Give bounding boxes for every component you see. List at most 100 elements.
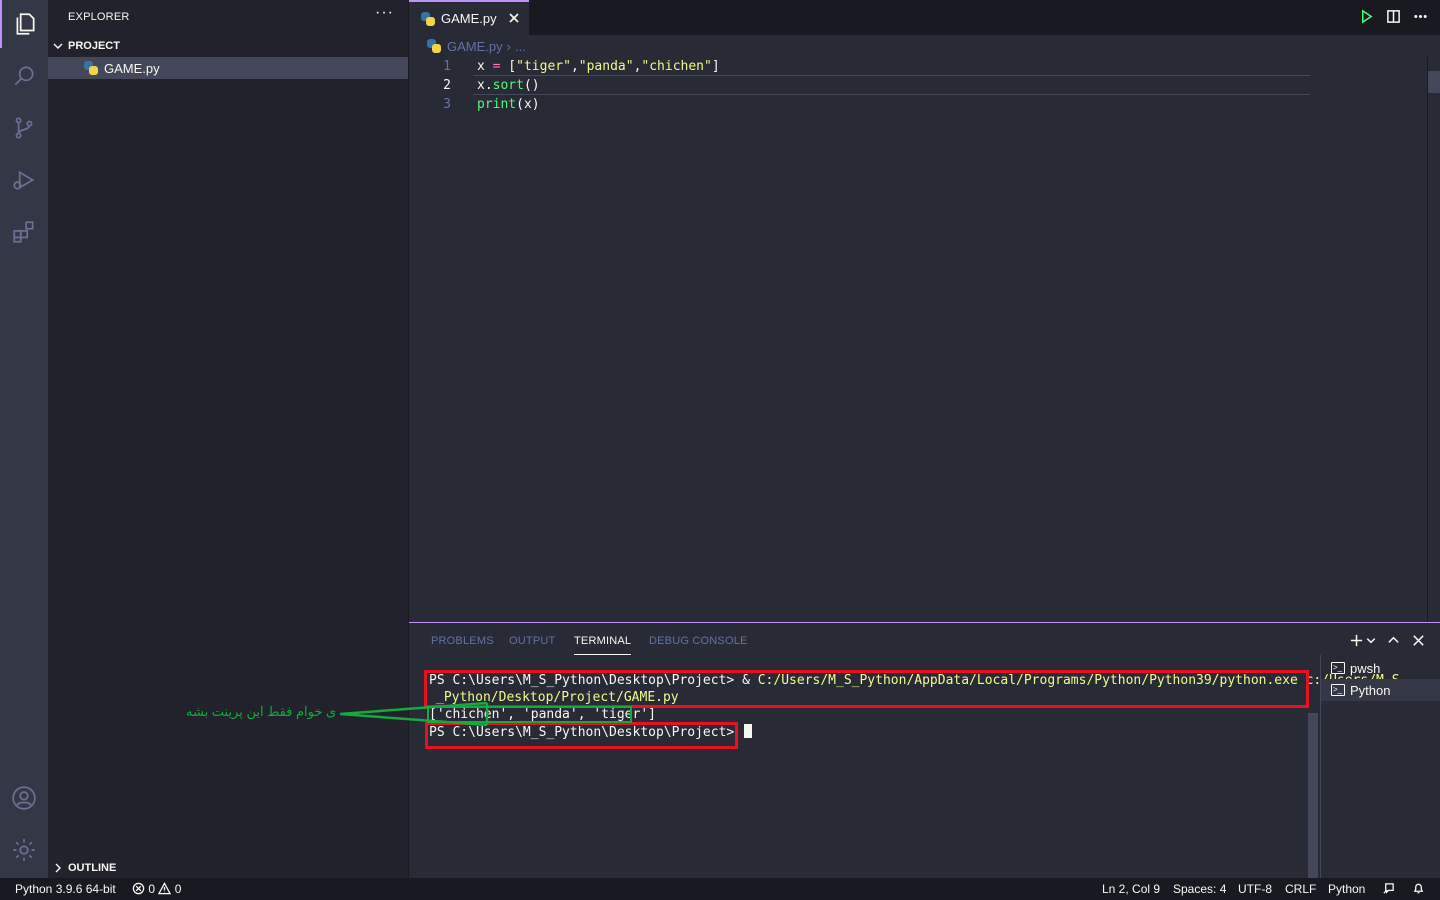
code-token: ]: [711, 59, 720, 74]
chevron-right-icon: ›: [506, 38, 511, 54]
panel-actions: [1349, 633, 1426, 648]
code-token: "chichen": [641, 59, 712, 74]
project-section-label: PROJECT: [68, 40, 120, 52]
terminal-item-pwsh[interactable]: >_ pwsh: [1321, 657, 1440, 679]
terminal-item-label: Python: [1350, 682, 1391, 698]
run-debug-icon: [13, 170, 35, 190]
annotation-red-box-command: [424, 670, 1309, 708]
status-bar: Python 3.9.6 64-bit 0 0 Ln 2, Col 9 Spac…: [0, 878, 1440, 900]
editor-scrollbar[interactable]: [1428, 71, 1440, 93]
breadcrumb-more[interactable]: ...: [515, 39, 526, 54]
terminal-icon: >_: [1331, 662, 1345, 674]
problems-indicator[interactable]: 0 0: [132, 882, 181, 896]
file-item-label: GAME.py: [104, 60, 160, 76]
outline-section-label: OUTLINE: [68, 862, 117, 874]
chevron-right-icon: [48, 862, 68, 874]
search-button[interactable]: [0, 52, 48, 100]
code-token: [: [500, 59, 517, 74]
settings-gear-icon: [13, 839, 35, 861]
cursor-position[interactable]: Ln 2, Col 9: [1102, 882, 1160, 896]
annotation-red-box-prompt: [425, 722, 738, 749]
code-token: "panda": [578, 59, 634, 74]
terminal-item-python[interactable]: >_ Python: [1321, 679, 1440, 701]
tab-debug-console[interactable]: DEBUG CONSOLE: [649, 635, 748, 647]
breadcrumb-file[interactable]: GAME.py: [447, 39, 503, 54]
python-interpreter[interactable]: Python 3.9.6 64-bit: [15, 882, 116, 896]
feedback-button[interactable]: [1382, 882, 1395, 896]
maximize-panel-button[interactable]: [1386, 633, 1401, 648]
code-text: x.sort(): [477, 78, 540, 93]
explorer-button[interactable]: [0, 0, 48, 48]
accounts-button[interactable]: [0, 774, 48, 822]
tab-terminal[interactable]: TERMINAL: [574, 635, 632, 655]
annotation-green-box-output: [427, 706, 632, 723]
chevron-down-icon: [48, 40, 68, 52]
chevron-down-icon[interactable]: [1366, 633, 1376, 648]
terminal-list: >_ pwsh >_ Python: [1320, 655, 1440, 879]
end-of-line[interactable]: CRLF: [1285, 882, 1316, 896]
line-number: 1: [443, 59, 451, 74]
terminal-cursor: [744, 724, 753, 738]
search-icon: [14, 66, 34, 86]
code-token: x: [477, 59, 493, 74]
extensions-icon: [13, 221, 34, 243]
bottom-panel: PROBLEMS OUTPUT TERMINAL DEBUG CONSOLE P…: [409, 622, 1440, 879]
breadcrumb: GAME.py › ...: [409, 35, 1440, 57]
code-token: "tiger": [516, 59, 571, 74]
editor-tab-bar: GAME.py: [409, 0, 1440, 35]
sidebar-title: EXPLORER: [68, 11, 130, 23]
python-file-icon: [427, 39, 441, 53]
error-count: 0: [148, 882, 156, 896]
file-item-game-py[interactable]: GAME.py: [48, 57, 408, 79]
code-token: ,: [570, 59, 579, 74]
run-debug-button[interactable]: [0, 156, 48, 204]
language-mode[interactable]: Python: [1328, 882, 1365, 896]
terminal-scrollbar[interactable]: [1308, 713, 1318, 878]
python-file-icon: [84, 61, 98, 75]
code-text: print(x): [477, 97, 540, 112]
project-section-header[interactable]: PROJECT: [48, 35, 409, 57]
explorer-sidebar: EXPLORER ··· PROJECT GAME.py OUTLINE: [48, 0, 409, 878]
code-token: (): [523, 78, 540, 93]
terminal-item-label: pwsh: [1350, 660, 1381, 676]
line-number: 2: [443, 78, 451, 93]
minimap-edge: [1427, 57, 1428, 622]
annotation-note: ی خوام فقط این پرینت بشه: [186, 704, 337, 719]
source-control-icon: [15, 117, 33, 139]
tab-game-py[interactable]: GAME.py: [409, 0, 529, 35]
code-editor[interactable]: 1x = ["tiger","panda","chichen"] 2 x.sort(…: [409, 57, 1440, 622]
tab-output[interactable]: OUTPUT: [509, 635, 555, 647]
code-token: sort: [492, 78, 524, 93]
close-icon[interactable]: [507, 11, 521, 25]
activity-bar: [0, 0, 48, 878]
sidebar-more-button[interactable]: ···: [375, 4, 394, 22]
account-icon: [12, 786, 36, 810]
warning-icon: [158, 882, 172, 895]
line-number: 3: [443, 97, 451, 112]
code-line[interactable]: 1x = ["tiger","panda","chichen"]: [409, 57, 1309, 76]
code-token: x.: [477, 78, 493, 93]
extensions-button[interactable]: [0, 208, 48, 256]
terminal-icon: >_: [1331, 684, 1345, 696]
manage-button[interactable]: [0, 826, 48, 874]
code-text: x = ["tiger","panda","chichen"]: [477, 59, 720, 74]
run-file-button[interactable]: [1359, 9, 1374, 24]
outline-section-header[interactable]: OUTLINE: [48, 857, 409, 879]
notifications-button[interactable]: [1412, 882, 1425, 896]
python-file-icon: [421, 11, 435, 26]
tab-problems[interactable]: PROBLEMS: [431, 635, 494, 647]
feedback-icon: [1383, 883, 1394, 894]
new-terminal-button[interactable]: [1349, 633, 1364, 648]
tab-label: GAME.py: [441, 11, 497, 26]
code-token: (x): [516, 97, 540, 112]
code-line[interactable]: 2 x.sort(): [409, 76, 1309, 95]
source-control-button[interactable]: [0, 104, 48, 152]
bell-icon: [1413, 883, 1424, 894]
close-panel-button[interactable]: [1411, 633, 1426, 648]
code-line[interactable]: 3 print(x): [409, 95, 1309, 114]
more-actions-button[interactable]: [1413, 9, 1428, 24]
split-editor-button[interactable]: [1386, 9, 1401, 24]
warning-count: 0: [174, 882, 182, 896]
encoding[interactable]: UTF-8: [1238, 882, 1272, 896]
indentation[interactable]: Spaces: 4: [1173, 882, 1226, 896]
